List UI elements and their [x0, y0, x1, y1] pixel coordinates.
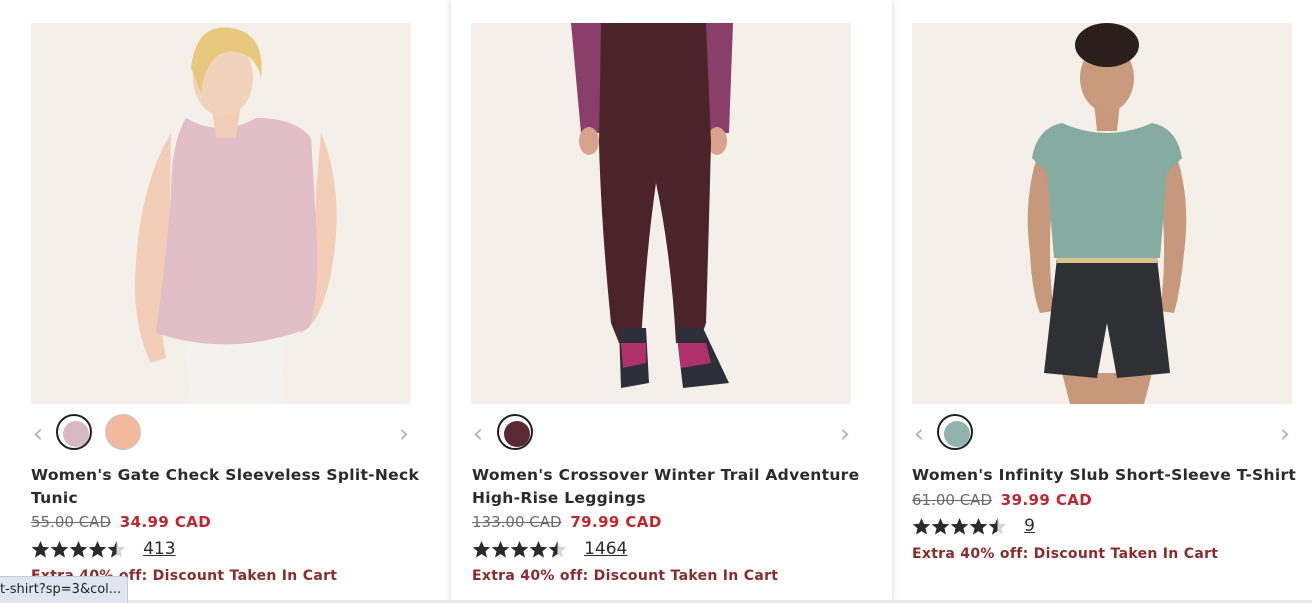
- star-rating: [31, 539, 126, 559]
- star-rating: [472, 539, 567, 559]
- product-image-tunic[interactable]: [31, 23, 411, 404]
- star-half-icon: [107, 540, 126, 558]
- product-name[interactable]: Women's Crossover Winter Trail Adventure…: [472, 464, 872, 510]
- sale-price: 34.99 CAD: [119, 513, 212, 531]
- star-rating: [912, 516, 1007, 536]
- chevron-right-icon[interactable]: ›: [835, 420, 855, 448]
- price-row: 55.00 CAD 34.99 CAD: [31, 512, 211, 532]
- color-swatch[interactable]: [937, 414, 973, 450]
- swatch-carousel: ‹ ›: [10, 412, 451, 456]
- original-price: 55.00 CAD: [31, 513, 111, 531]
- star-icon: [69, 540, 88, 558]
- star-half-icon: [548, 540, 567, 558]
- star-icon: [31, 540, 50, 558]
- star-icon: [510, 540, 529, 558]
- product-name[interactable]: Women's Gate Check Sleeveless Split-Neck…: [31, 464, 431, 510]
- promo-text: Extra 40% off: Discount Taken In Cart: [472, 568, 779, 584]
- promo-text: Extra 40% off: Discount Taken In Cart: [912, 546, 1219, 562]
- star-icon: [529, 540, 548, 558]
- star-icon: [912, 517, 931, 535]
- product-image-leggings[interactable]: [471, 23, 851, 404]
- star-icon: [950, 517, 969, 535]
- product-card-1[interactable]: ‹ › Women's Gate Check Sleeveless Split-…: [10, 0, 451, 603]
- chevron-left-icon[interactable]: ‹: [909, 420, 929, 448]
- product-card-3[interactable]: ‹ › Women's Infinity Slub Short-Sleeve T…: [891, 0, 1312, 603]
- star-icon: [88, 540, 107, 558]
- rating-row: 9: [912, 515, 1035, 539]
- color-swatch[interactable]: [497, 414, 533, 450]
- swatch-carousel: ‹ ›: [451, 412, 892, 456]
- price-row: 133.00 CAD 79.99 CAD: [472, 512, 662, 532]
- star-icon: [491, 540, 510, 558]
- chevron-left-icon[interactable]: ‹: [468, 420, 488, 448]
- product-card-2[interactable]: ‹ › Women's Crossover Winter Trail Adven…: [451, 0, 892, 603]
- chevron-left-icon[interactable]: ‹: [28, 420, 48, 448]
- review-count-link[interactable]: 9: [1024, 516, 1035, 536]
- sale-price: 79.99 CAD: [570, 513, 662, 531]
- product-image-tshirt[interactable]: [912, 23, 1292, 404]
- review-count-link[interactable]: 1464: [584, 539, 627, 559]
- product-name[interactable]: Women's Infinity Slub Short-Sleeve T-Shi…: [912, 464, 1312, 487]
- chevron-right-icon[interactable]: ›: [1275, 420, 1295, 448]
- review-count-link[interactable]: 413: [143, 539, 175, 559]
- star-icon: [931, 517, 950, 535]
- rating-row: 413: [31, 538, 176, 562]
- browser-status-url: t-shirt?sp=3&col...: [0, 576, 129, 603]
- color-swatch[interactable]: [56, 414, 92, 450]
- original-price: 133.00 CAD: [472, 513, 562, 531]
- swatch-carousel: ‹ ›: [891, 412, 1312, 456]
- star-icon: [50, 540, 69, 558]
- original-price: 61.00 CAD: [912, 491, 992, 509]
- chevron-right-icon[interactable]: ›: [394, 420, 414, 448]
- star-icon: [472, 540, 491, 558]
- star-half-icon: [988, 517, 1007, 535]
- price-row: 61.00 CAD 39.99 CAD: [912, 490, 1092, 510]
- rating-row: 1464: [472, 538, 627, 562]
- sale-price: 39.99 CAD: [1000, 491, 1093, 509]
- color-swatch[interactable]: [105, 414, 141, 450]
- star-icon: [969, 517, 988, 535]
